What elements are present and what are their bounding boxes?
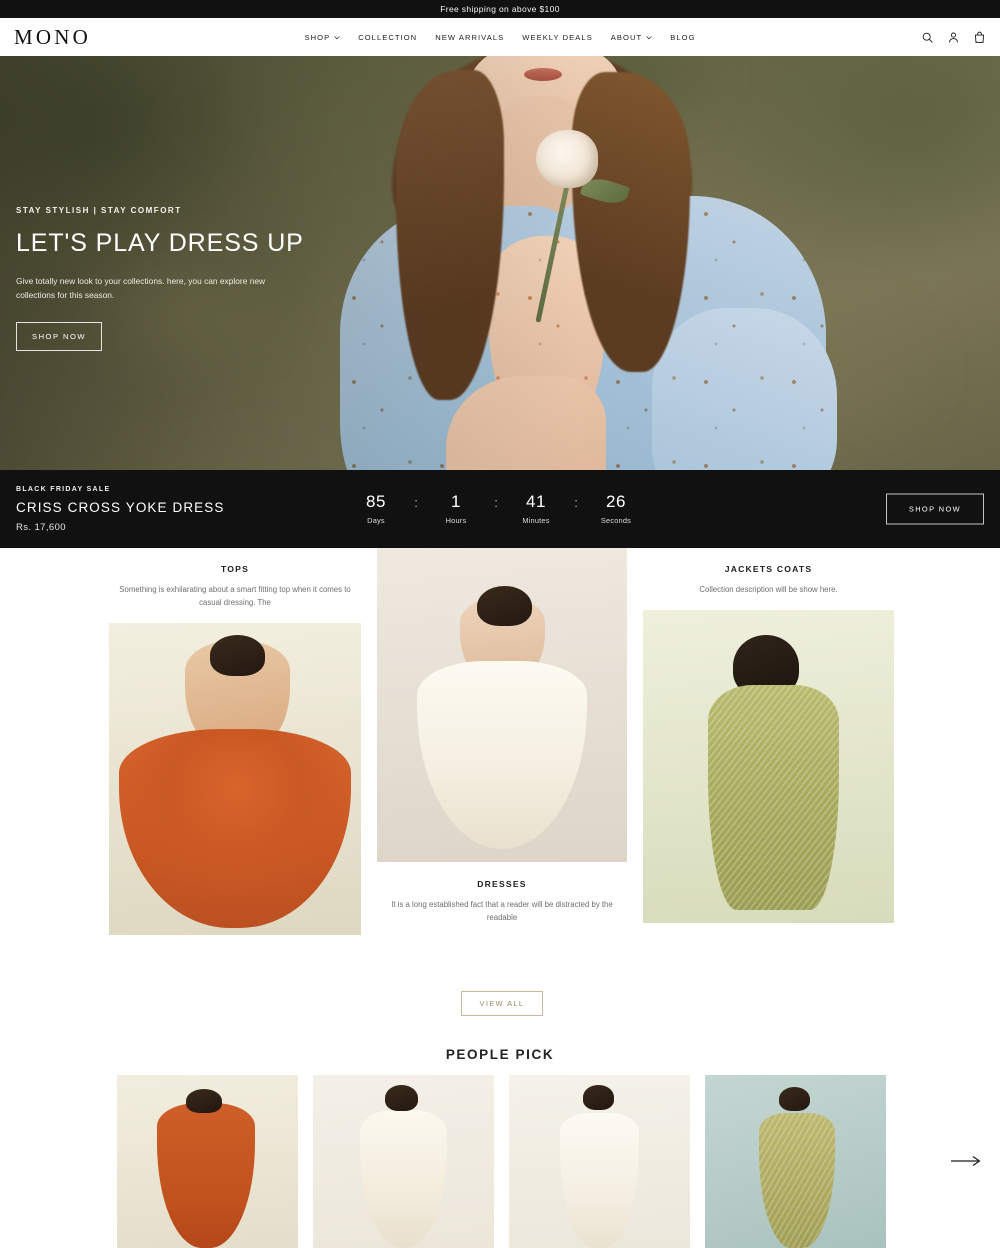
nav-item-shop[interactable]: SHOP	[304, 33, 340, 42]
promo-details: BLACK FRIDAY SALE CRISS CROSS YOKE DRESS…	[16, 486, 225, 533]
countdown-label: Minutes	[522, 516, 550, 525]
product-card[interactable]	[117, 1075, 298, 1248]
site-logo[interactable]: MONO	[14, 26, 91, 48]
promo-product-title: CRISS CROSS YOKE DRESS	[16, 499, 225, 515]
announcement-text: Free shipping on above $100	[440, 4, 560, 14]
countdown-label: Seconds	[600, 516, 632, 525]
collection-image-dresses[interactable]	[377, 548, 627, 862]
account-icon[interactable]	[947, 31, 960, 44]
product-card[interactable]	[705, 1075, 886, 1248]
countdown-unit-days: 85 Days	[348, 493, 404, 525]
collection-title: JACKETS COATS	[724, 564, 813, 574]
collection-head: TOPS Something is exhilarating about a s…	[109, 564, 361, 610]
hero-subtitle: Give totally new look to your collection…	[16, 275, 266, 301]
collection-head: JACKETS COATS Collection description wil…	[643, 564, 894, 597]
countdown-value: 85	[366, 492, 386, 511]
collection-description: Collection description will be show here…	[699, 585, 838, 594]
collection-title: DRESSES	[477, 879, 527, 889]
nav-item-label: SHOP	[304, 32, 331, 42]
nav-item-weekly-deals[interactable]: WEEKLY DEALS	[522, 33, 593, 42]
nav-item-blog[interactable]: BLOG	[670, 33, 695, 42]
nav-item-about[interactable]: ABOUT	[611, 33, 652, 42]
promo-shop-now-button[interactable]: SHOP NOW	[885, 493, 984, 525]
cart-icon[interactable]	[973, 31, 986, 44]
nav-item-new-arrivals[interactable]: NEW ARRIVALS	[435, 33, 504, 42]
countdown-timer: 85 Days : 1 Hours : 41 Minutes : 26 Seco…	[348, 493, 644, 525]
countdown-label: Hours	[445, 516, 467, 525]
promo-eyebrow: BLACK FRIDAY SALE	[16, 485, 111, 493]
nav-item-label: ABOUT	[610, 32, 643, 42]
view-all-button[interactable]: VIEW ALL	[461, 991, 543, 1016]
search-icon[interactable]	[921, 31, 934, 44]
chevron-down-icon	[333, 34, 340, 41]
countdown-unit-seconds: 26 Seconds	[588, 493, 644, 525]
arrow-right-icon[interactable]	[951, 1155, 981, 1167]
collection-image-tops[interactable]	[109, 622, 361, 935]
collection-description: It is a long established fact that a rea…	[391, 900, 613, 922]
nav-item-label: BLOG	[670, 32, 696, 42]
hero-banner: STAY STYLISH | STAY COMFORT LET'S PLAY D…	[0, 56, 1000, 470]
people-pick-carousel	[0, 1075, 1000, 1248]
countdown-separator: :	[494, 495, 498, 510]
page-root: Free shipping on above $100 MONO SHOP CO…	[0, 0, 1000, 1248]
collection-card-tops[interactable]: TOPS Something is exhilarating about a s…	[109, 564, 361, 935]
people-pick-heading: PEOPLE PICK	[445, 1047, 555, 1062]
collection-description: Something is exhilarating about a smart …	[119, 585, 351, 607]
hero-content: STAY STYLISH | STAY COMFORT LET'S PLAY D…	[16, 206, 346, 351]
chevron-down-icon	[645, 34, 652, 41]
countdown-value: 41	[526, 492, 546, 511]
countdown-separator: :	[574, 495, 578, 510]
collection-card-jackets-coats[interactable]: JACKETS COATS Collection description wil…	[643, 564, 894, 923]
product-card[interactable]	[509, 1075, 690, 1248]
product-card[interactable]	[313, 1075, 494, 1248]
collection-card-dresses[interactable]: DRESSES It is a long established fact th…	[377, 548, 627, 925]
hero-shop-now-button[interactable]: SHOP NOW	[16, 321, 103, 351]
collection-head: DRESSES It is a long established fact th…	[377, 879, 627, 925]
countdown-unit-hours: 1 Hours	[428, 493, 484, 525]
nav-item-label: WEEKLY DEALS	[522, 32, 593, 42]
hero-eyebrow: STAY STYLISH | STAY COMFORT	[16, 206, 182, 215]
collection-title: TOPS	[220, 564, 250, 574]
countdown-separator: :	[414, 495, 418, 510]
countdown-value: 1	[451, 492, 461, 511]
nav-item-label: COLLECTION	[358, 32, 418, 42]
countdown-unit-minutes: 41 Minutes	[508, 493, 564, 525]
nav-item-collection[interactable]: COLLECTION	[358, 33, 417, 42]
site-header: MONO SHOP COLLECTION NEW ARRIVALS WEEKLY…	[0, 18, 1000, 56]
promo-countdown-bar: BLACK FRIDAY SALE CRISS CROSS YOKE DRESS…	[0, 470, 1000, 548]
countdown-value: 26	[606, 492, 626, 511]
collections-section: TOPS Something is exhilarating about a s…	[0, 548, 1000, 983]
main-nav: SHOP COLLECTION NEW ARRIVALS WEEKLY DEAL…	[304, 33, 695, 42]
countdown-label: Days	[367, 516, 385, 525]
hero-title: LET'S PLAY DRESS UP	[16, 229, 304, 257]
header-icon-group	[921, 31, 986, 44]
announcement-bar: Free shipping on above $100	[0, 0, 1000, 18]
collection-image-jackets-coats[interactable]	[643, 609, 894, 923]
nav-item-label: NEW ARRIVALS	[435, 32, 505, 42]
promo-price: Rs. 17,600	[16, 521, 66, 533]
